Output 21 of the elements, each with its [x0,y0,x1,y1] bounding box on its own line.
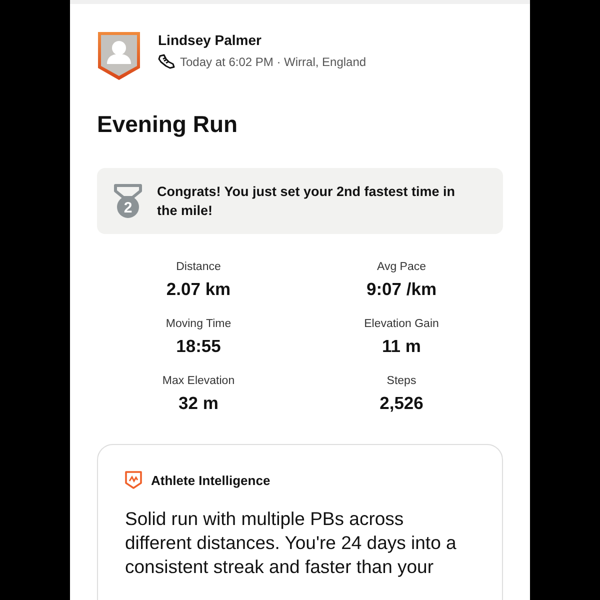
stat-label: Max Elevation [161,375,236,387]
stat-value: 32 m [178,393,220,414]
stat-label: Steps [386,375,418,387]
athlete-name[interactable]: Lindsey Palmer [158,32,366,48]
stat-value: 2,526 [378,393,424,414]
activity-meta: Today at 6:02 PM · Wirral, England [180,54,366,68]
insight-summary: Solid run with multiple PBs across different distances. You're 24 days into a consistent streak and faster than your [125,507,458,579]
insight-title: Athlete Intelligence [151,472,270,488]
stat-value: 2.07 km [165,279,232,300]
achievement-message: Congrats! You just set your 2nd fastest time in the mile! [157,183,456,220]
medal-rank: 2 [124,200,132,216]
spark-badge-icon [125,471,142,489]
stat-label: Moving Time [164,318,232,330]
stat-value: 9:07 /km [365,279,438,300]
activity-title: Evening Run [97,111,239,138]
stat-label: Elevation Gain [363,318,440,330]
stat-label: Avg Pace [376,261,427,273]
stat-value: 11 m [381,336,422,357]
stat-value: 18:55 [175,336,222,357]
avatar-icon [97,31,141,81]
stat-label: Distance [175,261,222,273]
